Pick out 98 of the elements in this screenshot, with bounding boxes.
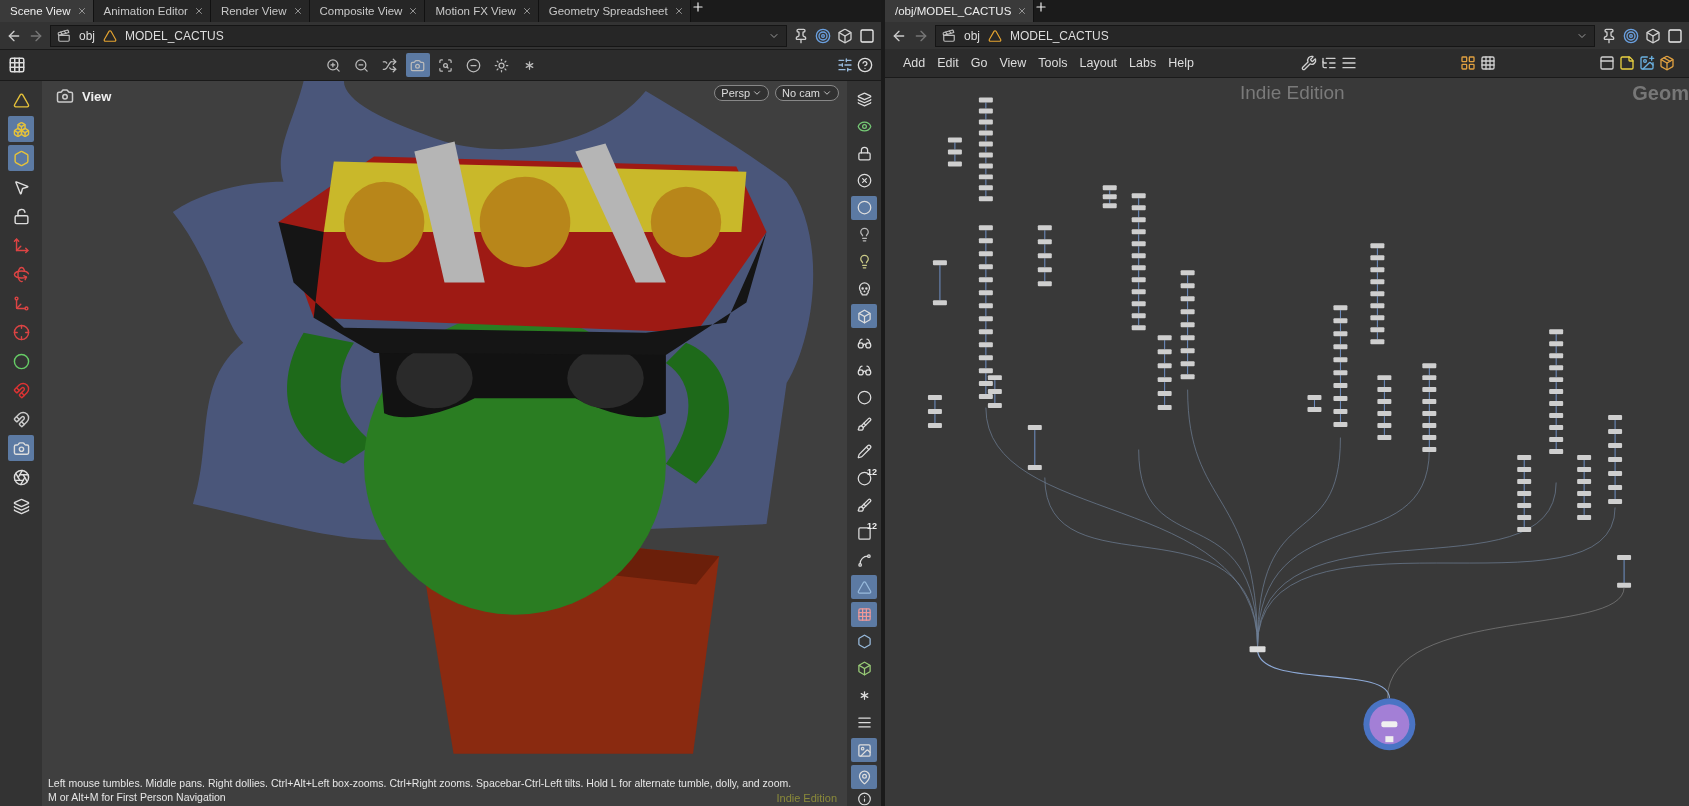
close-icon [408, 6, 419, 16]
zoom-out-icon [354, 57, 369, 73]
move-icon [12, 236, 30, 254]
display-icon [856, 118, 872, 134]
menu-item[interactable]: Help [1164, 54, 1198, 72]
close-icon [1017, 6, 1028, 16]
magnet-icon [12, 381, 30, 399]
cube-icon [1645, 27, 1661, 44]
cube-icon [837, 27, 853, 44]
projection-menu[interactable]: Persp [714, 85, 770, 101]
info-icon [856, 792, 872, 806]
color-grid-icon [1459, 55, 1476, 71]
pane-tab[interactable]: Geometry Spreadsheet [538, 0, 691, 22]
brush-icon [856, 498, 872, 514]
caret-icon [752, 88, 763, 98]
light-icon [494, 57, 509, 73]
pin-icon [856, 769, 872, 785]
scene-icon [942, 28, 956, 43]
menu-item[interactable]: Labs [1125, 54, 1161, 72]
pointer-icon [12, 178, 30, 196]
display-tool-button[interactable] [851, 304, 877, 329]
camera-icon [56, 87, 74, 105]
points-icon [12, 120, 30, 138]
pin-icon [1601, 27, 1617, 44]
add-tab-icon [690, 0, 705, 14]
scene-icon [57, 28, 71, 43]
display-tool-button[interactable] [851, 575, 877, 600]
checker-icon [856, 606, 872, 622]
close-icon [521, 6, 532, 16]
pane-tab[interactable]: Motion FX View [425, 0, 539, 22]
rotate-icon [12, 265, 30, 283]
sticky-note-icon [1619, 55, 1635, 71]
display-tool-button[interactable] [851, 765, 877, 790]
display-tool-button[interactable] [851, 738, 877, 763]
package-icon [1659, 55, 1675, 71]
square-icon [1667, 27, 1683, 44]
caret-icon [822, 88, 832, 98]
polygon-icon [12, 149, 30, 167]
magnet-icon [12, 410, 30, 428]
zoom-in-icon [326, 57, 341, 73]
context-label: Geom [1632, 82, 1689, 105]
camera-menu[interactable]: No cam [775, 85, 839, 101]
panel-icon [1599, 55, 1615, 71]
wrench-icon [1300, 55, 1317, 71]
viewport[interactable] [42, 81, 847, 806]
curve-icon [856, 552, 872, 568]
help-icon [857, 57, 873, 73]
menu-item[interactable]: Layout [1075, 54, 1122, 72]
arrows-icon [382, 57, 397, 73]
square-icon [859, 27, 875, 44]
list-icon [1340, 55, 1357, 71]
lock-icon [856, 145, 872, 161]
display-tool-button[interactable]: 12 [851, 521, 877, 546]
target-icon [815, 27, 831, 44]
help-text: M or Alt+M for First Person Navigation [48, 790, 226, 804]
frame-zoom-icon [438, 57, 453, 73]
pin-icon [793, 27, 809, 44]
brush-icon [856, 417, 872, 433]
add-tab-icon [1034, 0, 1049, 14]
target-icon [1623, 27, 1639, 44]
path-field[interactable]: obj MODEL_CACTUS [50, 24, 787, 47]
tree-icon [1320, 55, 1337, 71]
grid-menu-icon [8, 56, 26, 74]
output-node-drawing[interactable] [1363, 698, 1416, 751]
point-icon [856, 389, 872, 405]
display-tool-button[interactable] [851, 195, 877, 220]
edition-label: Indie Edition [1240, 82, 1345, 104]
pane-tab[interactable]: Animation Editor [93, 0, 211, 22]
pane-tab[interactable]: Composite View [309, 0, 426, 22]
close-icon [76, 6, 87, 16]
image-icon [856, 742, 872, 758]
path-field[interactable]: obj MODEL_CACTUS [935, 24, 1595, 47]
camera-icon [410, 57, 425, 73]
pane-tab[interactable]: Scene View [0, 0, 94, 22]
menu-item[interactable]: Add [899, 54, 930, 72]
cube-icon [856, 308, 872, 324]
camera-icon [12, 439, 30, 457]
pane-tab[interactable]: /obj/MODEL_CACTUS [885, 0, 1035, 22]
minus-circle-icon [466, 57, 481, 73]
menu-item[interactable]: Go [966, 54, 992, 72]
menu-item[interactable]: Edit [933, 54, 963, 72]
close-icon [673, 6, 684, 16]
menu-item[interactable]: View [995, 54, 1031, 72]
pencil-icon [856, 444, 872, 460]
close-icon [193, 6, 204, 16]
list-icon [856, 715, 872, 731]
close-circle-icon [856, 172, 872, 188]
edition-label: Indie Edition [776, 792, 837, 804]
help-text: Left mouse tumbles. Middle pans. Right dollies. Ctrl+Alt+Left box-zooms. Ctrl+Right zooms. Spacebar-Ctrl-Left tilts. Hold L for alternate tumble, dolly, and zoom. [48, 776, 792, 790]
viewport-tool-button[interactable] [405, 53, 430, 77]
pane-tab[interactable]: Render View [210, 0, 310, 22]
close-icon [292, 6, 303, 16]
viewport-title: View [82, 88, 112, 104]
menu-item[interactable]: Tools [1034, 54, 1072, 72]
add-image-icon [1639, 55, 1655, 71]
skull-icon [856, 281, 872, 297]
options-icon [837, 57, 853, 73]
display-tool-button[interactable]: 12 [851, 466, 877, 491]
